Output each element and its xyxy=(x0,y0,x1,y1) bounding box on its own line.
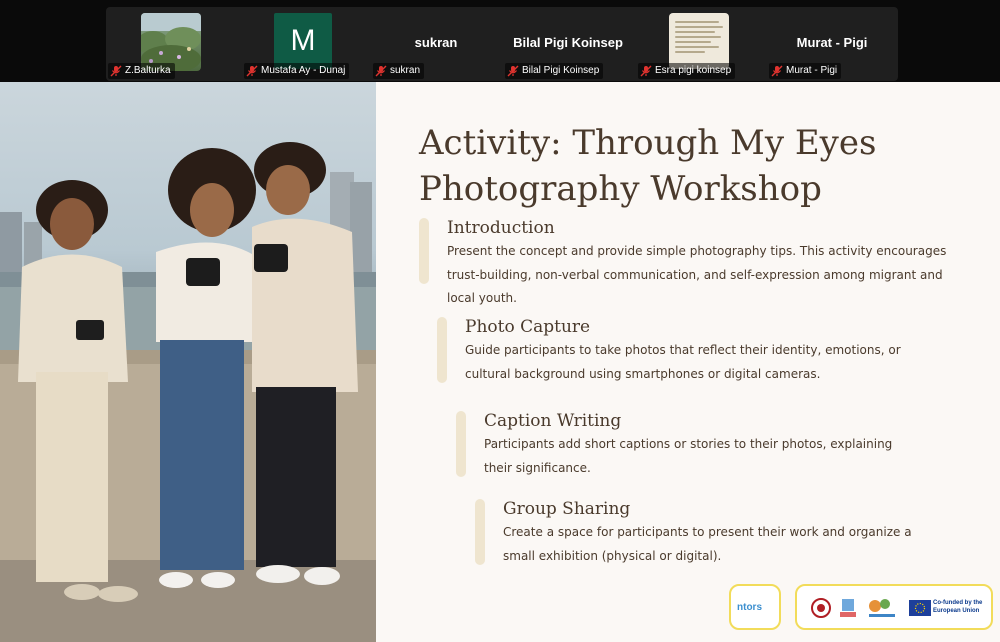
project-logo: ntors xyxy=(729,584,781,630)
section-body: Guide participants to take photos that r… xyxy=(465,343,901,381)
participant-tile[interactable]: Bilal Pigi Koinsep Bilal Pigi Koinsep xyxy=(503,7,633,81)
partner-logo-icon xyxy=(840,599,856,617)
participant-name-label: Mustafa Ay - Dunaj xyxy=(244,63,350,79)
slide-title: Activity: Through My Eyes Photography Wo… xyxy=(419,120,979,212)
section-heading: Caption Writing xyxy=(484,411,622,431)
eu-funding-label: Co-funded by the European Union xyxy=(933,600,983,614)
mic-off-icon xyxy=(640,65,652,77)
section-introduction: Introduction Present the concept and pro… xyxy=(419,218,959,308)
participant-tile[interactable]: Murat - Pigi Murat - Pigi xyxy=(767,7,897,81)
participant-tile[interactable]: sukran sukran xyxy=(371,7,501,81)
partner-logo-icon xyxy=(869,599,895,617)
mic-off-icon xyxy=(507,65,519,77)
participant-name-label: Esra pigi koinsep xyxy=(638,63,736,79)
mic-off-icon xyxy=(110,65,122,77)
section-body: Create a space for participants to prese… xyxy=(503,525,912,563)
eu-flag-icon xyxy=(909,600,931,616)
participant-tile[interactable]: Esra pigi koinsep xyxy=(636,7,766,81)
section-accent-bar xyxy=(475,499,485,565)
section-accent-bar xyxy=(419,218,429,284)
section-accent-bar xyxy=(456,411,466,477)
section-accent-bar xyxy=(437,317,447,383)
participant-name: Mustafa Ay - Dunaj xyxy=(261,65,346,76)
section-group-sharing: Group Sharing Create a space for partici… xyxy=(475,499,959,569)
section-caption-writing: Caption Writing Participants add short c… xyxy=(456,411,959,481)
project-logo-text: ntors xyxy=(737,602,762,613)
mic-off-icon xyxy=(246,65,258,77)
participant-name: Z.Balturka xyxy=(125,65,171,76)
section-heading: Photo Capture xyxy=(465,317,591,337)
participant-name: Bilal Pigi Koinsep xyxy=(522,65,600,76)
participant-name-label: Z.Balturka xyxy=(108,63,175,79)
slide-title-line-2: Photography Workshop xyxy=(419,169,822,209)
section-heading: Introduction xyxy=(447,218,555,238)
partner-seal-icon xyxy=(811,598,831,618)
slide-content: Activity: Through My Eyes Photography Wo… xyxy=(376,82,1000,642)
participant-name-label: Murat - Pigi xyxy=(769,63,842,79)
section-heading: Group Sharing xyxy=(503,499,631,519)
participant-tile[interactable]: M Mustafa Ay - Dunaj xyxy=(242,7,372,81)
participant-display-name: sukran xyxy=(414,35,458,50)
participant-display-name: Bilal Pigi Koinsep xyxy=(513,35,623,50)
participant-video-thumbnail xyxy=(669,13,729,69)
shared-slide: Activity: Through My Eyes Photography Wo… xyxy=(0,82,1000,642)
participant-tile[interactable]: Z.Balturka xyxy=(106,7,236,81)
participant-name: Esra pigi koinsep xyxy=(655,65,732,76)
participant-name-label: sukran xyxy=(373,63,425,79)
participant-gallery: Z.Balturka M Mustafa Ay - Dunaj sukran s… xyxy=(106,7,898,81)
partner-logos: Co-funded by the European Union xyxy=(795,584,993,630)
slide-title-line-1: Activity: Through My Eyes xyxy=(419,123,877,163)
participant-name: sukran xyxy=(390,65,421,76)
participant-display-name: Murat - Pigi xyxy=(796,35,868,50)
section-photo-capture: Photo Capture Guide participants to take… xyxy=(437,317,959,387)
slide-photo xyxy=(0,82,376,642)
mic-off-icon xyxy=(771,65,783,77)
participant-name-label: Bilal Pigi Koinsep xyxy=(505,63,604,79)
avatar: M xyxy=(274,13,332,69)
section-body: Present the concept and provide simple p… xyxy=(447,244,947,305)
participant-name: Murat - Pigi xyxy=(786,65,838,76)
mic-off-icon xyxy=(375,65,387,77)
section-body: Participants add short captions or stori… xyxy=(484,437,893,475)
participant-strip: Z.Balturka M Mustafa Ay - Dunaj sukran s… xyxy=(0,0,1000,82)
